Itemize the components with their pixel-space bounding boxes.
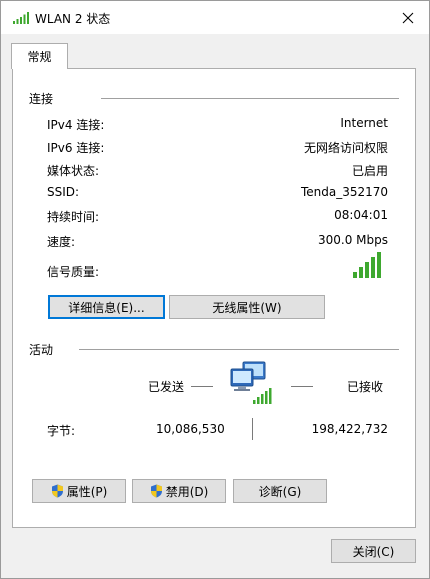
ipv4-label: IPv4 连接: — [47, 118, 105, 132]
diagnose-button[interactable]: 诊断(G) — [233, 479, 327, 503]
bytes-received-value: 198,422,732 — [311, 422, 388, 436]
received-dash — [291, 386, 313, 387]
properties-button-label: 属性(P) — [66, 484, 108, 499]
signal-bar — [353, 272, 357, 278]
media-state-label: 媒体状态: — [47, 164, 100, 178]
tab-panel: 连接 IPv4 连接: Internet IPv6 连接: 无网络访问权限 媒体… — [12, 68, 416, 528]
signal-quality-label: 信号质量: — [47, 265, 100, 279]
uac-shield-icon — [150, 484, 162, 498]
signal-bar — [359, 267, 363, 278]
bytes-sent-value: 10,086,530 — [156, 422, 225, 436]
connection-divider — [101, 98, 399, 99]
ssid-value: Tenda_352170 — [300, 185, 388, 199]
close-window-button[interactable] — [395, 5, 421, 31]
duration-value: 08:04:01 — [334, 208, 388, 222]
bytes-separator — [252, 418, 253, 440]
uac-shield-icon — [51, 484, 63, 498]
media-state-value: 已启用 — [351, 164, 388, 178]
close-button-label: 关闭(C) — [352, 544, 395, 559]
sent-dash — [191, 386, 213, 387]
close-button[interactable]: 关闭(C) — [331, 539, 416, 563]
window-title: WLAN 2 状态 — [35, 12, 111, 26]
activity-divider — [79, 349, 399, 350]
signal-bar — [371, 257, 375, 278]
status-dialog: WLAN 2 状态 常规 连接 IPv4 连接: Internet IPv6 连… — [0, 0, 430, 579]
bytes-label: 字节: — [47, 424, 76, 438]
wifi-signal-icon — [13, 12, 29, 24]
signal-bar — [377, 252, 381, 278]
ipv6-label: IPv6 连接: — [47, 141, 105, 155]
received-label: 已接收 — [347, 380, 384, 394]
signal-strength-icon — [353, 252, 381, 278]
disable-button-label: 禁用(D) — [165, 484, 209, 499]
signal-bar — [365, 262, 369, 278]
details-button[interactable]: 详细信息(E)... — [48, 295, 165, 319]
connection-section-label: 连接 — [29, 92, 54, 106]
ipv4-value: Internet — [340, 116, 388, 130]
tab-general[interactable]: 常规 — [11, 43, 68, 69]
wireless-properties-button[interactable]: 无线属性(W) — [169, 295, 325, 319]
ssid-label: SSID: — [47, 185, 80, 199]
duration-label: 持续时间: — [47, 210, 100, 224]
activity-section-label: 活动 — [29, 343, 54, 357]
tab-general-label: 常规 — [27, 50, 52, 64]
speed-label: 速度: — [47, 235, 76, 249]
properties-button[interactable]: 属性(P) — [32, 479, 126, 503]
diagnose-button-label: 诊断(G) — [258, 484, 302, 499]
details-button-label: 详细信息(E)... — [68, 300, 145, 315]
ipv6-value: 无网络访问权限 — [303, 141, 388, 155]
title-bar: WLAN 2 状态 — [1, 1, 429, 34]
wireless-properties-label: 无线属性(W) — [212, 300, 282, 315]
close-icon — [402, 12, 414, 24]
sent-label: 已发送 — [148, 380, 185, 394]
disable-button[interactable]: 禁用(D) — [132, 479, 226, 503]
network-computers-icon — [230, 361, 272, 404]
speed-value: 300.0 Mbps — [317, 233, 388, 247]
